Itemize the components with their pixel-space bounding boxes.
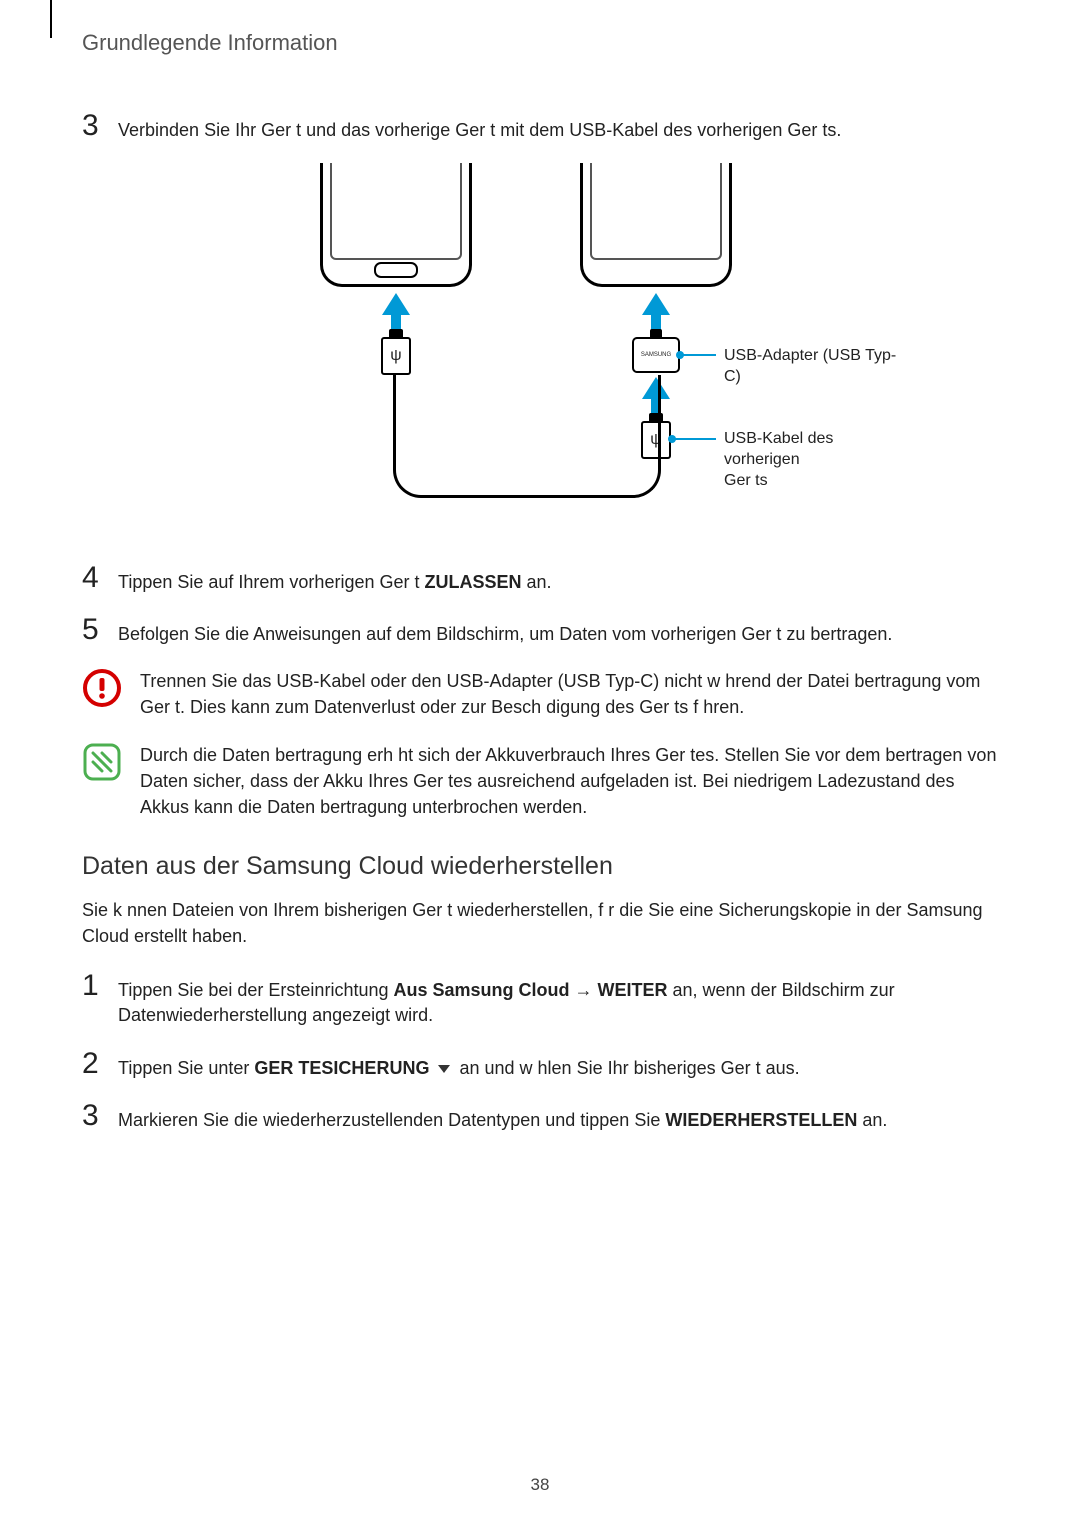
- step-number: 5: [82, 615, 118, 645]
- cloud-restore-intro: Sie k nnen Dateien von Ihrem bisherigen …: [82, 897, 998, 949]
- leader-line: [680, 354, 716, 356]
- cloud-step-3: 3 Markieren Sie die wiederherzustellende…: [82, 1101, 998, 1133]
- step-3: 3 Verbinden Sie Ihr Ger t und das vorher…: [82, 111, 998, 143]
- warning-note: Trennen Sie das USB-Kabel oder den USB-A…: [82, 668, 998, 720]
- document-page: Grundlegende Information 3 Verbinden Sie…: [0, 0, 1080, 1527]
- tip-note: Durch die Daten bertragung erh ht sich d…: [82, 742, 998, 820]
- step-text: Tippen Sie auf Ihrem vorherigen Ger t ZU…: [118, 563, 998, 595]
- cloud-step-2: 2 Tippen Sie unter GER TESICHERUNG an un…: [82, 1049, 998, 1081]
- step-text: Tippen Sie unter GER TESICHERUNG an und …: [118, 1049, 998, 1081]
- callout-cable: USB-Kabel des vorherigen Ger ts: [724, 429, 900, 491]
- tip-text: Durch die Daten bertragung erh ht sich d…: [140, 742, 998, 820]
- warning-text: Trennen Sie das USB-Kabel oder den USB-A…: [140, 668, 998, 720]
- usb-adapter-icon: SAMSUNG: [632, 337, 680, 373]
- home-button-icon: [374, 262, 418, 278]
- tip-icon: [82, 742, 122, 782]
- step-number: 3: [82, 111, 118, 141]
- step-number: 4: [82, 563, 118, 593]
- arrow-up-icon: [642, 293, 670, 315]
- step-text: Verbinden Sie Ihr Ger t und das vorherig…: [118, 111, 998, 143]
- step-text: Befolgen Sie die Anweisungen auf dem Bil…: [118, 615, 998, 647]
- callout-adapter: USB-Adapter (USB Typ-C): [724, 346, 900, 388]
- usb-cable-icon: [393, 375, 661, 498]
- dropdown-icon: [436, 1063, 452, 1075]
- your-device-icon: [580, 163, 732, 287]
- previous-device-icon: [320, 163, 472, 287]
- step-number: 3: [82, 1101, 118, 1131]
- connection-diagram: Vorheriges Ger t Ihr Ger t ψ SAMSUNG ψ: [82, 163, 998, 533]
- step-text: Tippen Sie bei der Ersteinrichtung Aus S…: [118, 971, 998, 1028]
- section-header: Grundlegende Information: [82, 30, 998, 56]
- step-number: 2: [82, 1049, 118, 1079]
- arrow-up-icon: [382, 293, 410, 315]
- leader-line: [672, 438, 716, 440]
- usb-plug-icon: ψ: [381, 337, 411, 375]
- step-4: 4 Tippen Sie auf Ihrem vorherigen Ger t …: [82, 563, 998, 595]
- step-text: Markieren Sie die wiederherzustellenden …: [118, 1101, 998, 1133]
- page-tab-marker: [50, 0, 60, 38]
- warning-icon: [82, 668, 122, 708]
- page-number: 38: [0, 1475, 1080, 1495]
- cloud-step-1: 1 Tippen Sie bei der Ersteinrichtung Aus…: [82, 971, 998, 1028]
- cloud-restore-heading: Daten aus der Samsung Cloud wiederherste…: [82, 852, 998, 881]
- step-5: 5 Befolgen Sie die Anweisungen auf dem B…: [82, 615, 998, 647]
- step-number: 1: [82, 971, 118, 1001]
